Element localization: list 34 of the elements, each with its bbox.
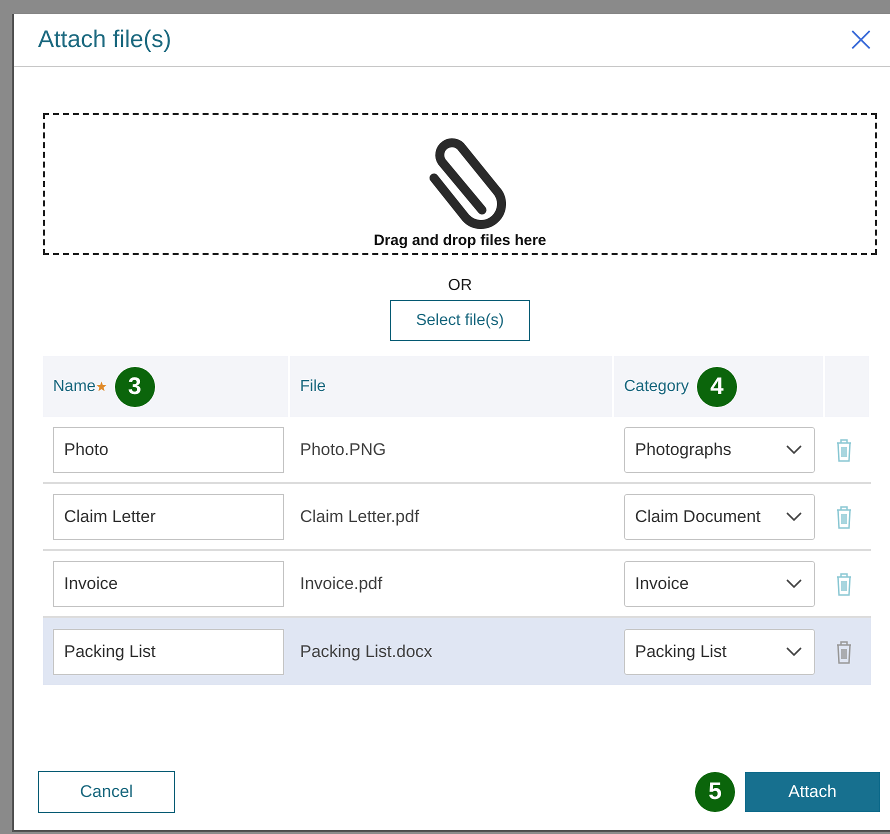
trash-icon[interactable] (835, 438, 853, 462)
column-label: Category (624, 378, 689, 396)
select-files-button[interactable]: Select file(s) (390, 300, 530, 341)
trash-icon[interactable] (835, 640, 853, 664)
trash-icon[interactable] (835, 572, 853, 596)
chevron-down-icon (786, 646, 802, 656)
drop-zone[interactable]: Drag and drop files here (43, 113, 877, 255)
step-badge: 5 (695, 772, 735, 812)
file-name: Invoice.pdf (300, 574, 382, 594)
dialog-title: Attach file(s) (38, 26, 172, 54)
chevron-down-icon (786, 578, 802, 588)
name-field[interactable]: Claim Letter (53, 494, 284, 540)
category-dropdown[interactable]: Photographs (624, 426, 815, 472)
name-field[interactable]: Invoice (53, 560, 284, 606)
cancel-button[interactable]: Cancel (38, 771, 175, 813)
drop-label: Drag and drop files here (374, 232, 546, 249)
column-label: Name (53, 378, 96, 396)
close-button[interactable]: × (840, 22, 882, 58)
name-field[interactable]: Packing List (53, 628, 284, 674)
category-dropdown[interactable]: Packing List (624, 628, 815, 674)
attach-button[interactable]: Attach (745, 772, 880, 812)
category-dropdown[interactable]: Invoice (624, 560, 815, 606)
column-label: File (300, 378, 326, 396)
file-name: Claim Letter.pdf (300, 506, 420, 526)
chevron-down-icon (786, 512, 802, 522)
name-field[interactable]: Photo (53, 426, 284, 472)
chevron-down-icon (786, 444, 802, 454)
or-label: OR (448, 277, 472, 295)
category-dropdown[interactable]: Claim Document (624, 494, 815, 540)
step-badge: 3 (114, 366, 155, 406)
file-name: Photo.PNG (300, 440, 386, 460)
step-badge: 4 (696, 366, 737, 406)
trash-icon[interactable] (835, 504, 853, 528)
file-name: Packing List.docx (300, 642, 432, 662)
